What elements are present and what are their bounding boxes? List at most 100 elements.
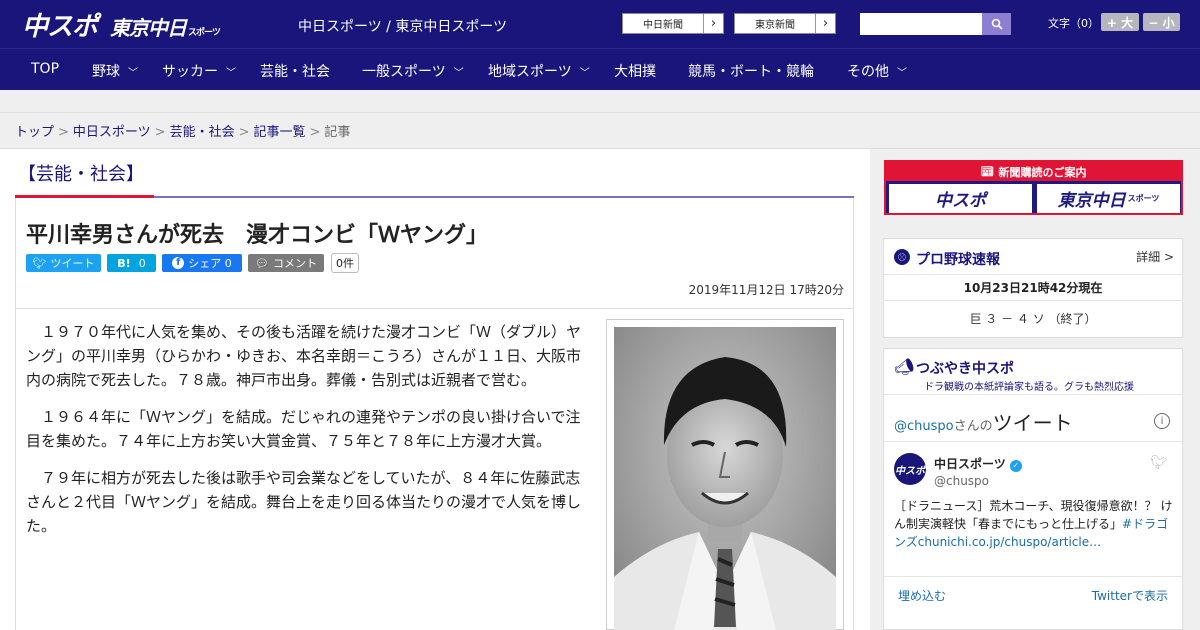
tokyo-shimbun-link[interactable]: 東京新聞 › [734, 13, 836, 34]
article-paragraph: １９６４年に「Ｗヤング」を結成。だじゃれの連発やテンポの良い掛け合いで注目を集め… [26, 408, 581, 450]
tweet-label: ツイート [50, 257, 95, 270]
chevron-down-icon: ﹀ [226, 68, 236, 79]
article-header-divider [15, 308, 854, 309]
hatena-count: 0 [138, 256, 146, 270]
nav-sumo[interactable]: 大相撲 [614, 61, 656, 81]
info-icon[interactable]: i [1154, 413, 1170, 429]
hatena-bookmark-button[interactable]: B! 0 [107, 254, 156, 272]
baseball-game-score[interactable]: 巨 ３ － ４ ソ （終了） [884, 310, 1182, 327]
font-smaller-button[interactable]: − 小 [1143, 13, 1180, 31]
twitter-user-link[interactable]: @chuspo [894, 419, 954, 434]
twitter-bird-icon[interactable]: 🐦︎ [1150, 455, 1168, 471]
breadcrumb-current: 記事 [324, 125, 351, 140]
tweet-author-name[interactable]: 中日スポーツ ✓ [934, 455, 1022, 472]
breadcrumb-separator: > [309, 125, 321, 140]
breadcrumb-article-list[interactable]: 記事一覧 [254, 125, 306, 140]
nav-racing[interactable]: 競馬・ボート・競輪 [688, 61, 814, 81]
article-photo[interactable] [614, 327, 836, 630]
baseball-scores-widget: ⚾︎ プロ野球速報 詳細 > 10月23日21時42分現在 巨 ３ － ４ ソ … [883, 238, 1183, 338]
nav-label: 地域スポーツ [488, 64, 572, 80]
baseball-update-time: 10月23日21時42分現在 [963, 281, 1103, 295]
view-on-twitter-link[interactable]: Twitterで表示 [1092, 587, 1168, 604]
top-header: 中スポ 東京中日 スポーツ 中日スポーツ / 東京中日スポーツ 中日新聞 › 東京… [0, 0, 1200, 48]
subscription-title: 📰︎ 新聞購読のご案内 [886, 162, 1181, 181]
subscribe-tokyo-chunichi-button[interactable]: 東京中日 スポーツ [1037, 184, 1180, 213]
nav-soccer[interactable]: サッカー ﹀ [162, 61, 236, 81]
breadcrumb-separator: > [58, 125, 69, 140]
comment-label: コメント [272, 257, 317, 270]
baseball-widget-header: ⚾︎ プロ野球速報 詳細 > [884, 239, 1182, 275]
twitter-widget-title: つぶやき中スポ [916, 361, 1014, 377]
breadcrumb-top[interactable]: トップ [15, 125, 54, 140]
twitter-icon: 🐦︎ [32, 256, 47, 270]
font-size-label: 文字（0） [1048, 17, 1099, 30]
twitter-widget-divider [884, 441, 1182, 442]
chuspo-logo[interactable]: 中スポ [22, 6, 98, 43]
tweets-by-label: ツイート [992, 411, 1073, 435]
tweet-author-handle[interactable]: @chuspo [934, 474, 989, 488]
twitter-widget-divider [884, 576, 1182, 577]
baseball-widget-title: プロ野球速報 [916, 252, 1000, 268]
facebook-share-label: シェア 0 [188, 257, 232, 270]
tokyo-logo-text: 東京中日 [110, 16, 187, 40]
tweets-by-heading: @chuspoさんのツイート [894, 407, 1073, 436]
main-nav: TOP 野球 ﹀ サッカー ﹀ 芸能・社会 一般スポーツ ﹀ 地域スポーツ ﹀ 大相撲 … [0, 48, 1200, 90]
nav-label: 大相撲 [614, 64, 656, 80]
nav-spacer-band [0, 90, 1200, 113]
chevron-down-icon: ﹀ [897, 68, 907, 79]
portrait-image [614, 327, 836, 630]
ext-link-label: 中日新聞 [643, 20, 683, 31]
nav-general-sports[interactable]: 一般スポーツ ﹀ [362, 61, 464, 81]
chevron-right-icon: › [703, 14, 723, 33]
article-paragraph: ７９年に相方が死去した後は歌手や司会業などをしていたが、８４年に佐藤武志さんと２… [26, 469, 582, 535]
nav-label: 芸能・社会 [260, 64, 330, 80]
nav-label: 競馬・ボート・競輪 [688, 64, 814, 80]
nav-top[interactable]: TOP [31, 61, 59, 77]
hatena-icon: B! [117, 256, 131, 270]
breadcrumb: トップ > 中日スポーツ > 芸能・社会 > 記事一覧 > 記事 [15, 121, 350, 140]
comment-count: 0件 [331, 253, 359, 273]
nav-label: TOP [31, 61, 60, 77]
subscribe-btn-text: 東京中日 [1057, 191, 1126, 211]
ext-link-label: 東京新聞 [755, 20, 795, 31]
newspaper-icon: 📰︎ [980, 165, 995, 178]
twitter-widget-divider [884, 394, 1182, 395]
facebook-icon: f [172, 257, 185, 269]
subscribe-chuspo-button[interactable]: 中スポ [889, 184, 1032, 213]
facebook-share-button[interactable]: f シェア 0 [162, 254, 242, 272]
breadcrumb-chunichi-sports[interactable]: 中日スポーツ [73, 125, 151, 140]
nav-baseball[interactable]: 野球 ﹀ [92, 61, 138, 81]
megaphone-icon: 📣︎ [894, 357, 915, 376]
search-icon [991, 18, 1003, 30]
verified-icon: ✓ [1009, 460, 1022, 472]
tweets-by-san: さんの [953, 419, 993, 434]
subscribe-btn-small: スポーツ [1127, 194, 1160, 203]
baseball-icon: ⚾︎ [894, 249, 910, 265]
chevron-right-icon: › [815, 14, 835, 33]
nav-label: 野球 [92, 64, 120, 80]
twitter-widget: 📣︎ つぶやき中スポ ドラ観戦の本紙評論家も語る。グラも熱烈応援 @chuspo… [883, 348, 1183, 630]
embed-link[interactable]: 埋め込む [898, 587, 946, 604]
nav-label: その他 [847, 64, 889, 80]
baseball-detail-link[interactable]: 詳細 > [1136, 248, 1174, 265]
comment-icon: 💬︎ [255, 256, 269, 270]
breadcrumb-separator: > [154, 125, 166, 140]
nav-regional-sports[interactable]: 地域スポーツ ﹀ [488, 61, 590, 81]
avatar[interactable]: 中スポ [894, 453, 926, 485]
subscription-banner: 📰︎ 新聞購読のご案内 中スポ 東京中日 スポーツ [884, 160, 1183, 215]
breadcrumb-entertainment[interactable]: 芸能・社会 [170, 125, 235, 140]
search-input[interactable] [860, 13, 983, 35]
comment-button[interactable]: 💬︎ コメント [248, 254, 324, 272]
twitter-widget-subtitle: ドラ観戦の本紙評論家も語る。グラも熱烈応援 [924, 382, 1134, 393]
breadcrumb-separator: > [238, 125, 250, 140]
tokyo-logo-small: スポーツ [188, 28, 221, 38]
tweet-button[interactable]: 🐦︎ ツイート [26, 254, 101, 272]
chevron-down-icon: ﹀ [128, 68, 138, 79]
tokyo-chunichi-logo[interactable]: 東京中日 スポーツ [110, 12, 221, 41]
site-names: 中日スポーツ / 東京中日スポーツ [298, 19, 508, 35]
chunichi-shimbun-link[interactable]: 中日新聞 › [622, 13, 724, 34]
font-bigger-button[interactable]: + 大 [1101, 13, 1139, 31]
nav-other[interactable]: その他 ﹀ [847, 61, 907, 81]
nav-entertainment[interactable]: 芸能・社会 [260, 61, 330, 81]
search-button[interactable] [982, 13, 1011, 35]
